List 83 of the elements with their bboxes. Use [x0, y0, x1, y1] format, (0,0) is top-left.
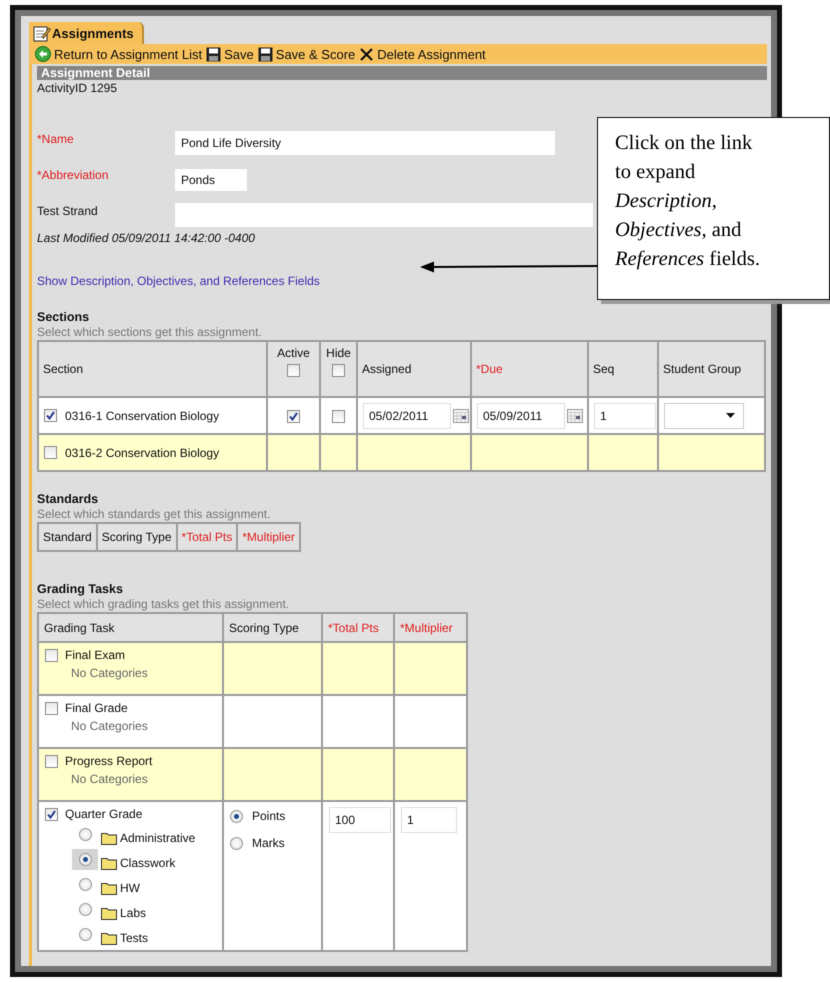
checkbox[interactable]	[332, 410, 345, 423]
points-field[interactable]: 100	[329, 807, 391, 833]
column-header: *Multiplier	[237, 523, 300, 551]
column-header: *Multiplier	[394, 613, 467, 642]
category-name: Tests	[120, 931, 148, 945]
activity-id: ActivityID 1295	[37, 81, 118, 95]
toolbar-button[interactable]: Delete Assignment	[359, 46, 486, 62]
section-name: 0316-1 Conservation Biology	[65, 408, 220, 422]
column-header: Scoring Type	[223, 613, 322, 642]
category-name: Labs	[120, 906, 146, 920]
radio-button[interactable]	[78, 828, 92, 841]
option-label: Marks	[252, 836, 285, 850]
grading-task-name: Final Exam	[65, 648, 126, 662]
radio-button[interactable]	[78, 853, 92, 866]
folder-icon	[101, 856, 117, 870]
folder-icon	[101, 831, 117, 845]
date-field[interactable]: 05/02/2011	[363, 402, 451, 428]
input-field[interactable]: Pond Life Diversity	[174, 130, 556, 156]
calendar-icon[interactable]	[567, 408, 583, 422]
toolbar-button[interactable]: Save & Score	[258, 46, 356, 62]
folder-icon	[101, 931, 117, 945]
input-field[interactable]	[174, 202, 594, 228]
radio-button[interactable]	[78, 903, 92, 916]
radio-button[interactable]	[230, 810, 243, 822]
column-header: Scoring Type	[96, 523, 177, 551]
section-title: Standards	[37, 492, 100, 506]
field-label: *Abbreviation	[37, 167, 110, 182]
checkbox[interactable]	[45, 754, 58, 768]
section-name: 0316-2 Conservation Biology	[65, 446, 220, 460]
category-note: No Categories	[71, 772, 149, 786]
input-field[interactable]: Ponds	[174, 168, 248, 192]
checkbox[interactable]	[45, 808, 58, 820]
checkbox[interactable]	[287, 410, 300, 423]
link[interactable]: Show Description, Objectives, and References Fields	[37, 274, 320, 288]
grading-task-name: Progress Report	[65, 754, 152, 768]
sequence-field[interactable]: 1	[594, 402, 656, 428]
column-header: Section	[38, 341, 267, 397]
calendar-icon[interactable]	[453, 408, 469, 422]
category-name: HW	[120, 881, 140, 895]
multiplier-field[interactable]: 1	[401, 807, 457, 833]
column-header: Assigned	[357, 341, 471, 397]
caret-icon	[726, 413, 735, 418]
checkbox[interactable]	[45, 648, 58, 662]
tab[interactable]: Assignments	[29, 22, 144, 44]
field-label: *Name	[37, 131, 75, 146]
grading-task-name: Final Grade	[65, 701, 128, 715]
grading-task-name: Quarter Grade	[65, 807, 142, 821]
field-label: Test Strand	[37, 203, 99, 218]
radio-button[interactable]	[78, 878, 92, 891]
option-label: Points	[252, 809, 286, 823]
date-field[interactable]: 05/09/2011	[477, 402, 565, 428]
section-header: Assignment Detail	[37, 66, 767, 80]
toolbar-button[interactable]: Return to Assignment List	[35, 46, 202, 62]
folder-icon	[101, 906, 117, 920]
column-header: Hide	[325, 346, 352, 360]
section-subtitle: Select which grading tasks get this assignment.	[37, 597, 290, 611]
x-icon	[359, 46, 374, 62]
checkbox[interactable]	[45, 702, 58, 714]
checkbox[interactable]	[287, 364, 300, 377]
section-title: Sections	[37, 310, 90, 324]
category-note: No Categories	[71, 666, 149, 680]
category-name: Classwork	[120, 856, 176, 870]
section-subtitle: Select which sections get this assignment.	[37, 325, 263, 339]
column-header: *Due	[471, 341, 588, 397]
checkbox[interactable]	[332, 364, 345, 377]
column-header: Grading Task	[38, 613, 223, 642]
radio-button[interactable]	[230, 836, 243, 850]
category-name: Administrative	[120, 831, 196, 845]
section-subtitle: Select which standards get this assignment.	[37, 507, 272, 521]
column-header: *Total Pts	[176, 523, 238, 551]
folder-icon	[101, 881, 117, 895]
column-header: Active	[276, 346, 311, 360]
section-title: Grading Tasks	[37, 582, 124, 596]
column-header: Student Group	[658, 341, 765, 397]
column-header: Standard	[38, 523, 97, 551]
toolbar-button[interactable]: Save	[206, 46, 254, 62]
radio-button[interactable]	[78, 928, 92, 941]
column-header: Seq	[588, 341, 658, 397]
checkbox[interactable]	[44, 409, 57, 422]
column-header: *Total Pts	[322, 613, 394, 642]
category-note: No Categories	[71, 719, 149, 733]
notepad-icon	[33, 24, 51, 42]
checkbox[interactable]	[44, 446, 57, 459]
